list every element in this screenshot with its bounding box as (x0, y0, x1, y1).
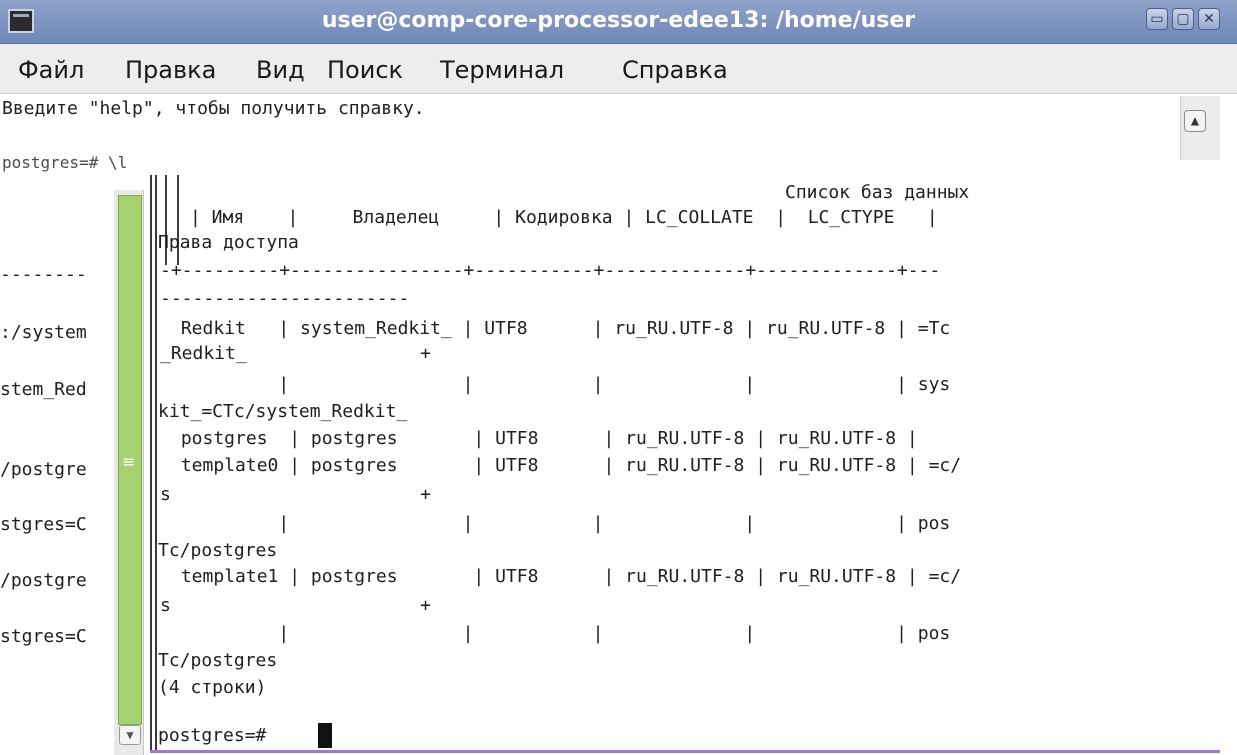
menu-view[interactable]: Вид (256, 56, 305, 84)
menu-help[interactable]: Справка (622, 56, 728, 84)
table-row: Redkit | system_Redkit_ | UTF8 | ru_RU.U… (170, 318, 951, 339)
left-fragment: stgres=C (0, 514, 87, 535)
left-fragment: stem_Red (0, 379, 87, 400)
row-count: (4 строки) (158, 677, 267, 698)
window-title: user@comp-core-processor-edee13: /home/u… (321, 8, 916, 33)
shell-prompt: postgres=# (158, 725, 278, 746)
scroll-down-icon[interactable]: ▼ (119, 725, 141, 745)
text-cursor[interactable] (318, 723, 332, 748)
table-row: _Redkit_ + (160, 343, 431, 364)
divider (150, 750, 1220, 753)
menu-file[interactable]: Файл (18, 56, 84, 84)
minimize-button[interactable]: ▭ (1146, 8, 1168, 30)
left-fragment-dashes: -------- (0, 264, 87, 285)
divider (150, 175, 152, 750)
table-separator: ----------------------- (160, 288, 410, 309)
table-row: s + (160, 595, 431, 616)
table-row: | | | | | pos (170, 513, 951, 534)
table-row: | | | | | sys (170, 374, 951, 395)
close-button[interactable]: ✕ (1198, 8, 1220, 30)
table-row: | | | | | pos (170, 623, 951, 644)
window-titlebar[interactable]: user@comp-core-processor-edee13: /home/u… (0, 0, 1237, 44)
menu-edit[interactable]: Правка (125, 56, 216, 84)
table-row: kit_=CTc/system_Redkit_ (158, 401, 408, 422)
table-row: Tc/postgres (158, 540, 278, 561)
maximize-button[interactable]: ▢ (1172, 8, 1194, 30)
menu-bar: Файл Правка Вид Поиск Терминал Справка (0, 44, 1237, 94)
table-row: template1 | postgres | UTF8 | ru_RU.UTF-… (170, 566, 962, 587)
table-title: Список баз данных (785, 182, 970, 203)
grip-icon: ≡ (122, 452, 136, 471)
menu-terminal[interactable]: Терминал (440, 56, 564, 84)
left-fragment: stgres=C (0, 626, 87, 647)
table-separator: -+---------+----------------+-----------… (160, 260, 941, 281)
table-row: s + (160, 484, 431, 505)
table-row: template0 | postgres | UTF8 | ru_RU.UTF-… (170, 455, 962, 476)
table-row: Tc/postgres (158, 650, 278, 671)
terminal-help-line: Введите "help", чтобы получить справку. (2, 98, 425, 119)
left-fragment: /postgre (0, 570, 87, 591)
table-row: postgres | postgres | UTF8 | ru_RU.UTF-8… (170, 428, 918, 449)
table-header: | Имя | Владелец | Кодировка | LC_COLLAT… (190, 207, 938, 228)
scroll-up-icon[interactable]: ▲ (1184, 110, 1206, 132)
terminal-command-echo: postgres=# \l (2, 153, 128, 172)
left-fragment: :/system (0, 322, 87, 343)
table-header-wrap: Права доступа (158, 232, 299, 253)
divider (155, 175, 157, 750)
left-fragment: /postgre (0, 459, 87, 480)
menu-search[interactable]: Поиск (327, 56, 403, 84)
